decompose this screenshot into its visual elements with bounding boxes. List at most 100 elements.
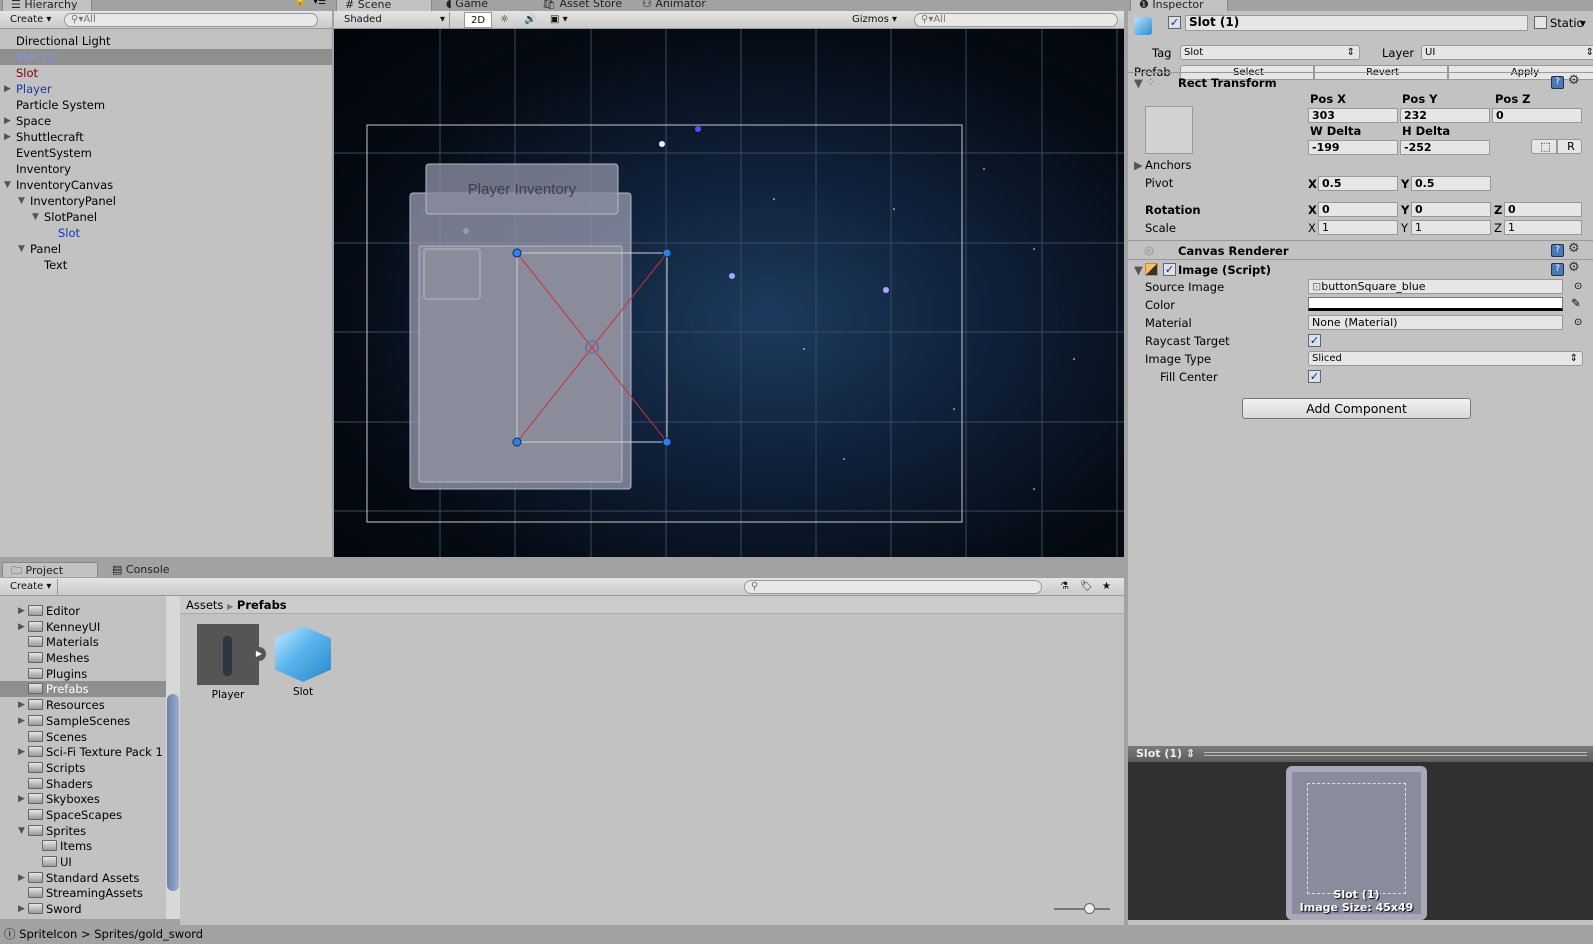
eyedropper-icon[interactable]: ✎	[1571, 296, 1581, 310]
image-type-dropdown[interactable]: Sliced ⇕	[1308, 351, 1583, 366]
collapsed-arrow-icon[interactable]: ▶	[4, 129, 11, 145]
pivot-x-input[interactable]: 0.5	[1318, 176, 1398, 191]
fill-center-checkbox[interactable]: ✓	[1308, 370, 1321, 383]
material-field[interactable]: None (Material)	[1308, 315, 1563, 330]
lock-icon[interactable]: 🔒	[295, 0, 306, 7]
color-swatch[interactable]	[1308, 297, 1563, 311]
folder-item[interactable]: ▶ Standard Assets	[0, 870, 166, 886]
image-enabled-checkbox[interactable]: ✓	[1163, 263, 1176, 276]
tab-animator[interactable]: ⚇ Animator	[634, 0, 714, 11]
folder-item[interactable]: ▶ Sword	[0, 901, 166, 917]
hierarchy-item[interactable]: ▶ Player	[0, 81, 332, 97]
folder-item[interactable]: Materials	[0, 634, 166, 650]
rotation-x-input[interactable]: 0	[1318, 202, 1398, 217]
pos-x-input[interactable]: 303	[1308, 108, 1398, 123]
folder-item[interactable]: Items	[0, 838, 166, 854]
zoom-slider-thumb[interactable]	[1084, 903, 1095, 914]
source-image-field[interactable]: ⊡buttonSquare_blue	[1308, 279, 1563, 294]
folder-item[interactable]: UI	[0, 854, 166, 870]
hierarchy-item[interactable]: ▼ Panel	[0, 241, 332, 257]
filter-by-label-icon[interactable]: 🏷	[1074, 579, 1099, 595]
folder-item[interactable]: Prefabs	[0, 681, 166, 698]
gizmos-dropdown[interactable]: Gizmos ▾	[846, 12, 903, 28]
hierarchy-item[interactable]: Inventory	[0, 161, 332, 177]
collapsed-arrow-icon[interactable]: ▶	[18, 791, 25, 807]
scene-viewport[interactable]: Player Inventory	[334, 29, 1124, 557]
hierarchy-item[interactable]: Particle System	[0, 97, 332, 113]
expand-prefab-icon[interactable]: ▶	[252, 647, 266, 661]
status-message[interactable]: SpriteIcon > Sprites/gold_sword	[19, 927, 203, 941]
2d-toggle[interactable]: 2D	[464, 12, 493, 28]
folder-tree-scrollbar[interactable]	[166, 596, 180, 919]
hierarchy-search-input[interactable]: ⚲▾All	[64, 13, 318, 27]
shading-dropdown[interactable]: Shaded ▾	[338, 12, 450, 28]
audio-toggle-icon[interactable]: 🔊	[518, 12, 542, 28]
raw-edit-button[interactable]: R	[1557, 139, 1582, 154]
tab-game[interactable]: ◖ Game	[438, 0, 497, 11]
folder-item[interactable]: ▶ KenneyUI	[0, 619, 166, 635]
folder-item[interactable]: ▶ Skyboxes	[0, 791, 166, 807]
active-checkbox[interactable]: ✓	[1168, 16, 1181, 29]
foldout-arrow-icon[interactable]: ▼	[1134, 76, 1143, 90]
zoom-slider[interactable]	[1054, 903, 1110, 914]
tab-inspector[interactable]: ❶ Inspector	[1130, 0, 1228, 11]
asset-player[interactable]: Player	[197, 624, 259, 701]
folder-item[interactable]: ▶ Sci-Fi Texture Pack 1	[0, 744, 166, 760]
asset-slot[interactable]: Slot	[272, 624, 334, 698]
tag-dropdown[interactable]: Slot ⇕	[1180, 45, 1360, 60]
anchors-foldout-icon[interactable]: ▶	[1134, 158, 1143, 172]
effects-toggle-icon[interactable]: ▣ ▾	[544, 12, 574, 28]
collapsed-arrow-icon[interactable]: ▶	[4, 113, 11, 129]
foldout-arrow-icon[interactable]: ▼	[1134, 263, 1143, 277]
collapsed-arrow-icon[interactable]: ▶	[18, 744, 25, 760]
tab-scene[interactable]: # Scene	[336, 0, 432, 11]
collapsed-arrow-icon[interactable]: ▶	[18, 870, 25, 886]
folder-item[interactable]: ▶ SampleScenes	[0, 713, 166, 729]
anchor-preset-button[interactable]	[1145, 106, 1193, 154]
expanded-arrow-icon[interactable]: ▼	[18, 193, 25, 209]
project-search-input[interactable]: ⚲	[744, 580, 1042, 594]
pos-y-input[interactable]: 232	[1400, 108, 1490, 123]
folder-item[interactable]: Scenes	[0, 729, 166, 745]
filter-by-type-icon[interactable]: ⚗	[1054, 579, 1075, 595]
gear-icon[interactable]: ⚙	[1568, 241, 1580, 256]
static-dropdown-icon[interactable]: ▾	[1580, 16, 1586, 30]
folder-item[interactable]: Scripts	[0, 760, 166, 776]
hierarchy-item[interactable]: Slot	[0, 65, 332, 81]
layer-dropdown[interactable]: UI ⇕	[1421, 45, 1593, 60]
collapsed-arrow-icon[interactable]: ▶	[4, 81, 11, 97]
gear-icon[interactable]: ⚙	[1568, 73, 1580, 88]
h-delta-input[interactable]: -252	[1400, 140, 1490, 155]
pivot-y-input[interactable]: 0.5	[1411, 176, 1491, 191]
add-component-button[interactable]: Add Component	[1242, 398, 1471, 419]
hierarchy-item[interactable]: Text	[0, 257, 332, 273]
collapsed-arrow-icon[interactable]: ▶	[18, 603, 25, 619]
help-icon[interactable]: ?	[1551, 244, 1564, 257]
folder-item[interactable]: StreamingAssets	[0, 885, 166, 901]
folder-item[interactable]: SpaceScapes	[0, 807, 166, 823]
hierarchy-item[interactable]: ▶ Space	[0, 113, 332, 129]
folder-item[interactable]: ▶ Editor	[0, 603, 166, 619]
expanded-arrow-icon[interactable]: ▼	[18, 241, 25, 257]
hierarchy-item[interactable]: ▼ InventoryCanvas	[0, 177, 332, 193]
scroll-thumb[interactable]	[167, 694, 179, 891]
raycast-target-checkbox[interactable]: ✓	[1308, 334, 1321, 347]
pos-z-input[interactable]: 0	[1492, 108, 1582, 123]
help-icon[interactable]: ?	[1551, 263, 1564, 276]
rotation-y-input[interactable]: 0	[1411, 202, 1491, 217]
folder-item[interactable]: Meshes	[0, 650, 166, 666]
hierarchy-item[interactable]: Directional Light	[0, 33, 332, 49]
folder-item[interactable]: Shaders	[0, 776, 166, 792]
expanded-arrow-icon[interactable]: ▼	[32, 209, 39, 225]
breadcrumb-prefabs[interactable]: Prefabs	[237, 598, 287, 612]
breadcrumb-assets[interactable]: Assets	[186, 598, 223, 612]
w-delta-input[interactable]: -199	[1308, 140, 1398, 155]
collapsed-arrow-icon[interactable]: ▶	[18, 619, 25, 635]
collapsed-arrow-icon[interactable]: ▶	[18, 697, 25, 713]
scale-x-input[interactable]: 1	[1318, 220, 1398, 235]
hierarchy-item[interactable]: EventSystem	[0, 145, 332, 161]
object-picker-icon[interactable]: ⊙	[1574, 280, 1582, 294]
scene-search-input[interactable]: ⚲▾All	[914, 13, 1118, 27]
object-picker-icon[interactable]: ⊙	[1574, 316, 1582, 330]
hierarchy-item[interactable]: Slot (1)	[0, 49, 332, 65]
